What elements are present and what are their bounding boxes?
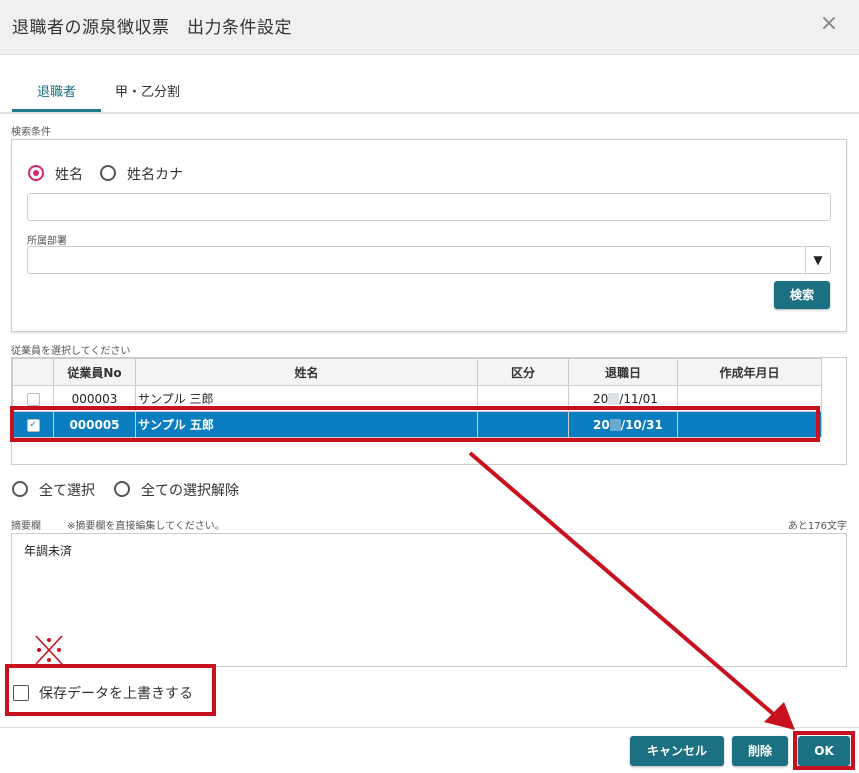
annotation-arrow-icon bbox=[468, 451, 795, 730]
